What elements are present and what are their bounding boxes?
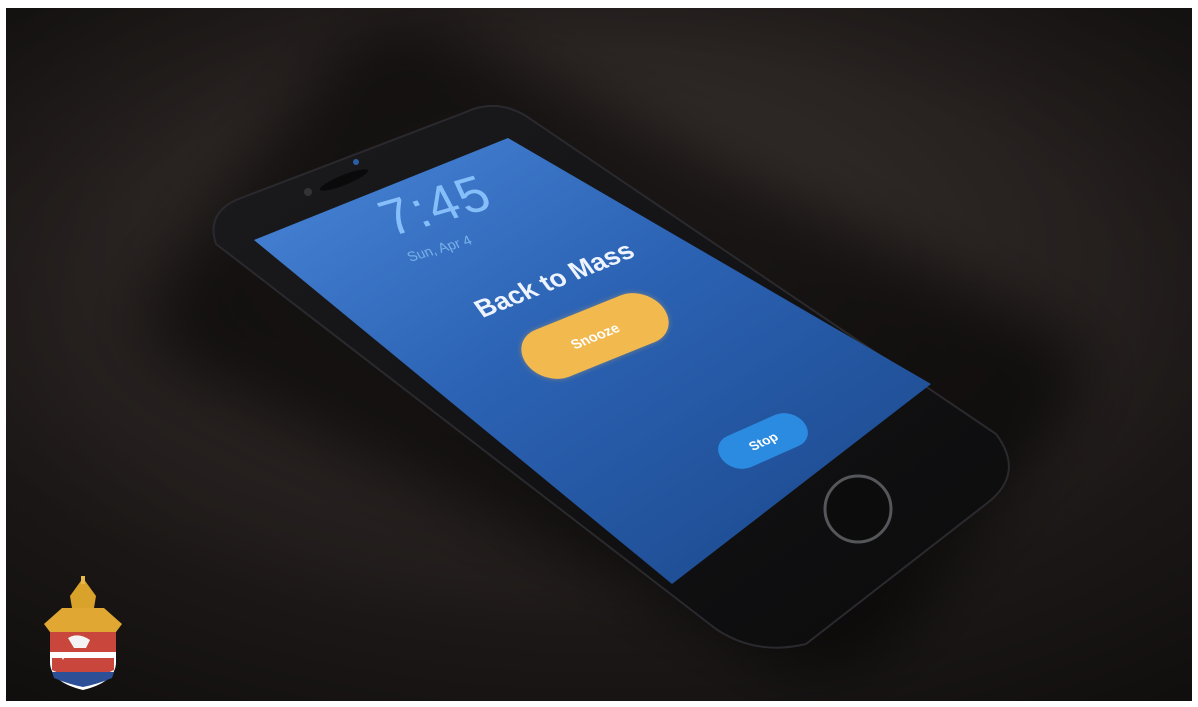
snooze-label: Snooze — [567, 320, 623, 352]
smartphone-body — [212, 104, 1010, 649]
photo-frame: 7:45 Sun, Apr 4 Back to Mass Snooze Stop — [6, 8, 1192, 701]
home-button — [823, 474, 893, 544]
stop-label: Stop — [745, 429, 781, 453]
diocese-coat-of-arms-icon — [38, 574, 128, 692]
smartphone — [196, 104, 1026, 664]
